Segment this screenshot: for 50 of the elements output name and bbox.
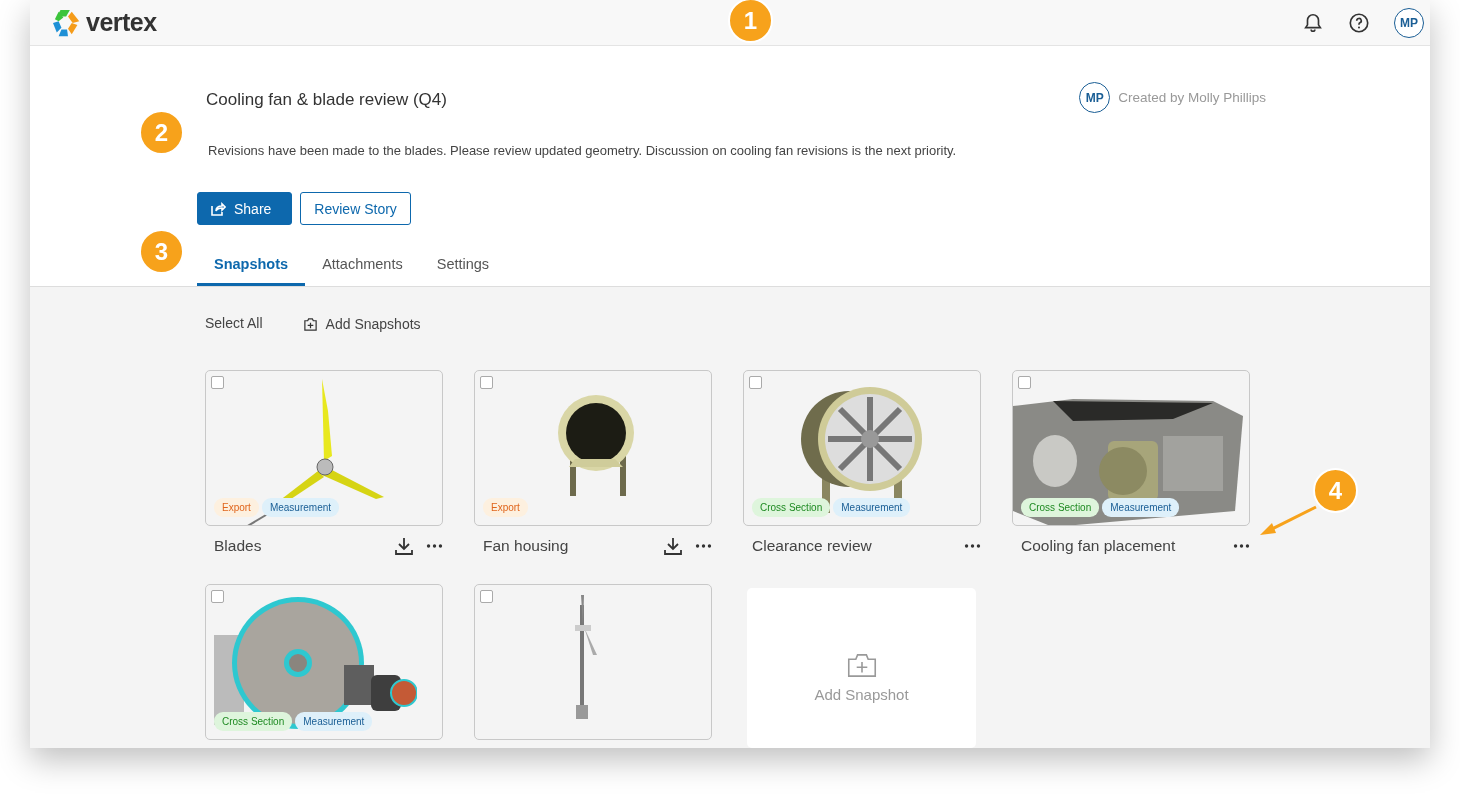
- more-icon[interactable]: [426, 543, 443, 549]
- share-icon: [210, 200, 226, 217]
- callout-marker: 4: [1313, 468, 1358, 513]
- story-description: Revisions have been made to the blades. Please review updated geometry. Discussion on cooling fan revisions is the next priority.: [208, 143, 958, 158]
- user-avatar[interactable]: MP: [1394, 7, 1424, 38]
- tab[interactable]: Snapshots: [197, 247, 306, 286]
- review-button[interactable]: Review Story: [300, 192, 411, 225]
- camera-plus-icon: [846, 653, 877, 678]
- tag: Measurement: [261, 498, 340, 517]
- tag: Export: [214, 498, 259, 517]
- snapshot-card[interactable]: Cross Section Measurement: [743, 370, 981, 526]
- tag: Measurement: [1102, 498, 1180, 517]
- tag: Cross Section: [752, 498, 831, 517]
- checkbox[interactable]: [480, 376, 493, 389]
- snapshot-card[interactable]: Cross Section Measurement: [1012, 370, 1250, 526]
- creator-text: Created by Molly Phillips: [1118, 90, 1266, 105]
- tag: Cross Section: [214, 712, 293, 731]
- tab[interactable]: Attachments: [305, 247, 420, 286]
- snapshot-card[interactable]: Export: [474, 370, 712, 526]
- snapshot-card[interactable]: Export Measurement: [205, 370, 443, 526]
- tag: Measurement: [833, 498, 911, 517]
- story-title: Cooling fan & blade review (Q4): [206, 89, 447, 110]
- callout-arrow: [1258, 505, 1318, 537]
- help-icon[interactable]: [1348, 11, 1370, 34]
- bell-icon[interactable]: [1302, 11, 1324, 34]
- snapshot-name: Blades: [214, 537, 263, 555]
- tag: Export: [483, 498, 528, 517]
- checkbox[interactable]: [211, 590, 224, 603]
- checkbox[interactable]: [211, 376, 224, 389]
- more-icon[interactable]: [695, 543, 712, 549]
- tag: Cross Section: [1021, 498, 1100, 517]
- snapshot-name: Fan housing: [483, 537, 570, 555]
- logo-text: vertex: [86, 8, 157, 37]
- checkbox[interactable]: [749, 376, 762, 389]
- checkbox[interactable]: [480, 590, 493, 603]
- tab[interactable]: Settings: [419, 247, 507, 286]
- camera-plus-icon: [302, 316, 318, 332]
- more-icon[interactable]: [964, 543, 981, 549]
- checkbox[interactable]: [1018, 376, 1031, 389]
- snapshot-name: Cooling fan placement: [1021, 537, 1177, 555]
- tag: Measurement: [295, 712, 373, 731]
- download-icon[interactable]: [394, 536, 414, 556]
- creator-avatar: MP: [1079, 82, 1111, 113]
- share-button[interactable]: Share: [197, 192, 293, 225]
- snapshot-name: Clearance review: [752, 537, 873, 555]
- download-icon[interactable]: [663, 536, 683, 556]
- snapshot-card[interactable]: Cross Section Measurement: [205, 584, 443, 740]
- more-icon[interactable]: [1233, 543, 1250, 549]
- add-snapshots-button[interactable]: Add Snapshots: [302, 316, 421, 332]
- select-all-button[interactable]: Select All: [205, 315, 263, 331]
